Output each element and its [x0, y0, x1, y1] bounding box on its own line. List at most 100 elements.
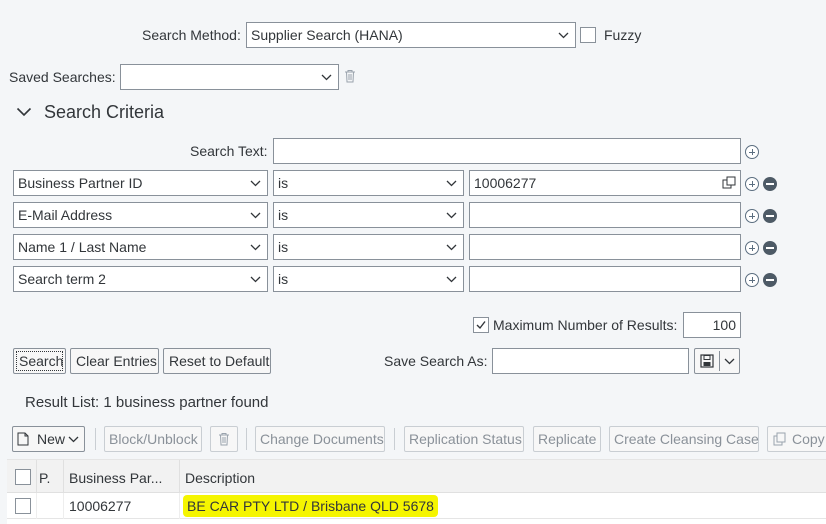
add-row-icon[interactable]	[745, 177, 759, 191]
criteria-field-select[interactable]: E-Mail Address	[13, 202, 268, 228]
column-divider	[36, 493, 37, 519]
chevron-down-icon	[250, 178, 261, 189]
search-text-label: Search Text:	[190, 143, 268, 159]
replicate-button[interactable]: Replicate	[533, 426, 601, 452]
checkmark-icon	[474, 318, 488, 332]
column-header-description[interactable]: Description	[185, 470, 255, 486]
max-results-label: Maximum Number of Results:	[493, 317, 677, 333]
clear-entries-button[interactable]: Clear Entries	[70, 348, 159, 374]
add-row-icon[interactable]	[745, 273, 759, 287]
cell-business-partner-id[interactable]: 10006277	[69, 498, 131, 514]
criteria-field-value: Business Partner ID	[18, 175, 143, 191]
criteria-value-text: 10006277	[474, 175, 536, 191]
trash-icon	[218, 432, 230, 446]
change-documents-button[interactable]: Change Documents	[255, 426, 385, 452]
column-header-p[interactable]: P.	[39, 470, 50, 486]
block-unblock-button[interactable]: Block/Unblock	[104, 426, 202, 452]
trash-icon[interactable]	[344, 69, 356, 83]
save-search-button[interactable]	[694, 348, 740, 374]
result-table: P. Business Par... Description 10006277 …	[7, 459, 826, 524]
copy-icon	[773, 432, 787, 446]
max-results-checkbox[interactable]	[473, 317, 489, 333]
copy-button[interactable]: Copy	[767, 426, 826, 452]
chevron-down-icon	[446, 274, 457, 285]
table-row[interactable]: 10006277 BE CAR PTY LTD / Brisbane QLD 5…	[7, 493, 826, 519]
search-method-select[interactable]: Supplier Search (HANA)	[246, 22, 576, 48]
chevron-down-icon	[558, 30, 569, 41]
saved-searches-label: Saved Searches:	[9, 69, 116, 85]
fuzzy-checkbox[interactable]	[580, 27, 596, 43]
column-divider	[179, 493, 180, 519]
column-divider	[63, 460, 64, 493]
fuzzy-label: Fuzzy	[604, 27, 641, 43]
criteria-operator-value: is	[278, 207, 288, 223]
new-button-label: New	[37, 427, 65, 451]
criteria-field-value: E-Mail Address	[18, 207, 112, 223]
chevron-down-icon	[68, 434, 79, 445]
chevron-down-icon	[724, 356, 735, 367]
toolbar-separator	[95, 428, 96, 450]
value-help-icon[interactable]	[722, 176, 736, 190]
criteria-field-select[interactable]: Business Partner ID	[13, 170, 268, 196]
row-select-checkbox[interactable]	[15, 498, 31, 514]
add-row-icon[interactable]	[745, 241, 759, 255]
button-divider	[719, 351, 720, 371]
criteria-operator-value: is	[278, 175, 288, 191]
criteria-operator-select[interactable]: is	[273, 170, 464, 196]
criteria-field-value: Name 1 / Last Name	[18, 239, 146, 255]
criteria-operator-select[interactable]: is	[273, 266, 464, 292]
remove-row-icon[interactable]	[763, 241, 777, 255]
criteria-field-select[interactable]: Name 1 / Last Name	[13, 234, 268, 260]
criteria-value-input[interactable]: 10006277	[469, 170, 741, 196]
chevron-down-icon	[250, 274, 261, 285]
chevron-down-icon	[250, 242, 261, 253]
max-results-input[interactable]: 100	[683, 312, 741, 338]
criteria-operator-value: is	[278, 271, 288, 287]
create-cleansing-case-button[interactable]: Create Cleansing Case	[609, 426, 759, 452]
collapse-chevron-icon[interactable]	[16, 106, 32, 118]
toolbar-separator	[394, 428, 395, 450]
column-divider	[63, 493, 64, 519]
search-button[interactable]: Search	[13, 348, 66, 374]
toolbar-separator	[246, 428, 247, 450]
result-toolbar: New Block/Unblock Change Documents Repli…	[0, 420, 826, 458]
chevron-down-icon	[446, 210, 457, 221]
reset-default-button[interactable]: Reset to Default	[163, 348, 271, 374]
add-row-icon[interactable]	[745, 209, 759, 223]
save-search-input[interactable]	[492, 348, 689, 374]
column-header-business-partner[interactable]: Business Par...	[69, 470, 162, 486]
search-criteria-title: Search Criteria	[44, 102, 164, 123]
add-row-icon[interactable]	[745, 145, 759, 159]
replication-status-button[interactable]: Replication Status	[404, 426, 524, 452]
chevron-down-icon	[446, 178, 457, 189]
delete-button[interactable]	[210, 426, 238, 452]
criteria-value-input[interactable]	[469, 266, 741, 292]
result-list-title: Result List: 1 business partner found	[25, 394, 268, 411]
criteria-value-input[interactable]	[469, 234, 741, 260]
save-icon	[700, 354, 714, 368]
remove-row-icon[interactable]	[763, 177, 777, 191]
chevron-down-icon	[321, 72, 332, 83]
criteria-field-select[interactable]: Search term 2	[13, 266, 268, 292]
chevron-down-icon	[446, 242, 457, 253]
saved-searches-select[interactable]	[120, 64, 339, 90]
save-search-label: Save Search As:	[384, 353, 488, 369]
criteria-value-input[interactable]	[469, 202, 741, 228]
criteria-operator-select[interactable]: is	[273, 202, 464, 228]
criteria-operator-value: is	[278, 239, 288, 255]
remove-row-icon[interactable]	[763, 273, 777, 287]
search-text-input[interactable]	[273, 138, 741, 164]
search-method-value: Supplier Search (HANA)	[251, 27, 403, 43]
select-all-checkbox[interactable]	[15, 469, 31, 485]
chevron-down-icon	[250, 210, 261, 221]
new-document-icon	[17, 432, 29, 446]
remove-row-icon[interactable]	[763, 209, 777, 223]
column-divider	[36, 460, 37, 493]
copy-button-label: Copy	[792, 431, 825, 447]
criteria-operator-select[interactable]: is	[273, 234, 464, 260]
new-button[interactable]: New	[12, 426, 85, 452]
criteria-field-value: Search term 2	[18, 271, 106, 287]
table-header: P. Business Par... Description	[7, 460, 826, 493]
column-divider	[179, 460, 180, 493]
cell-description[interactable]: BE CAR PTY LTD / Brisbane QLD 5678	[183, 495, 438, 517]
